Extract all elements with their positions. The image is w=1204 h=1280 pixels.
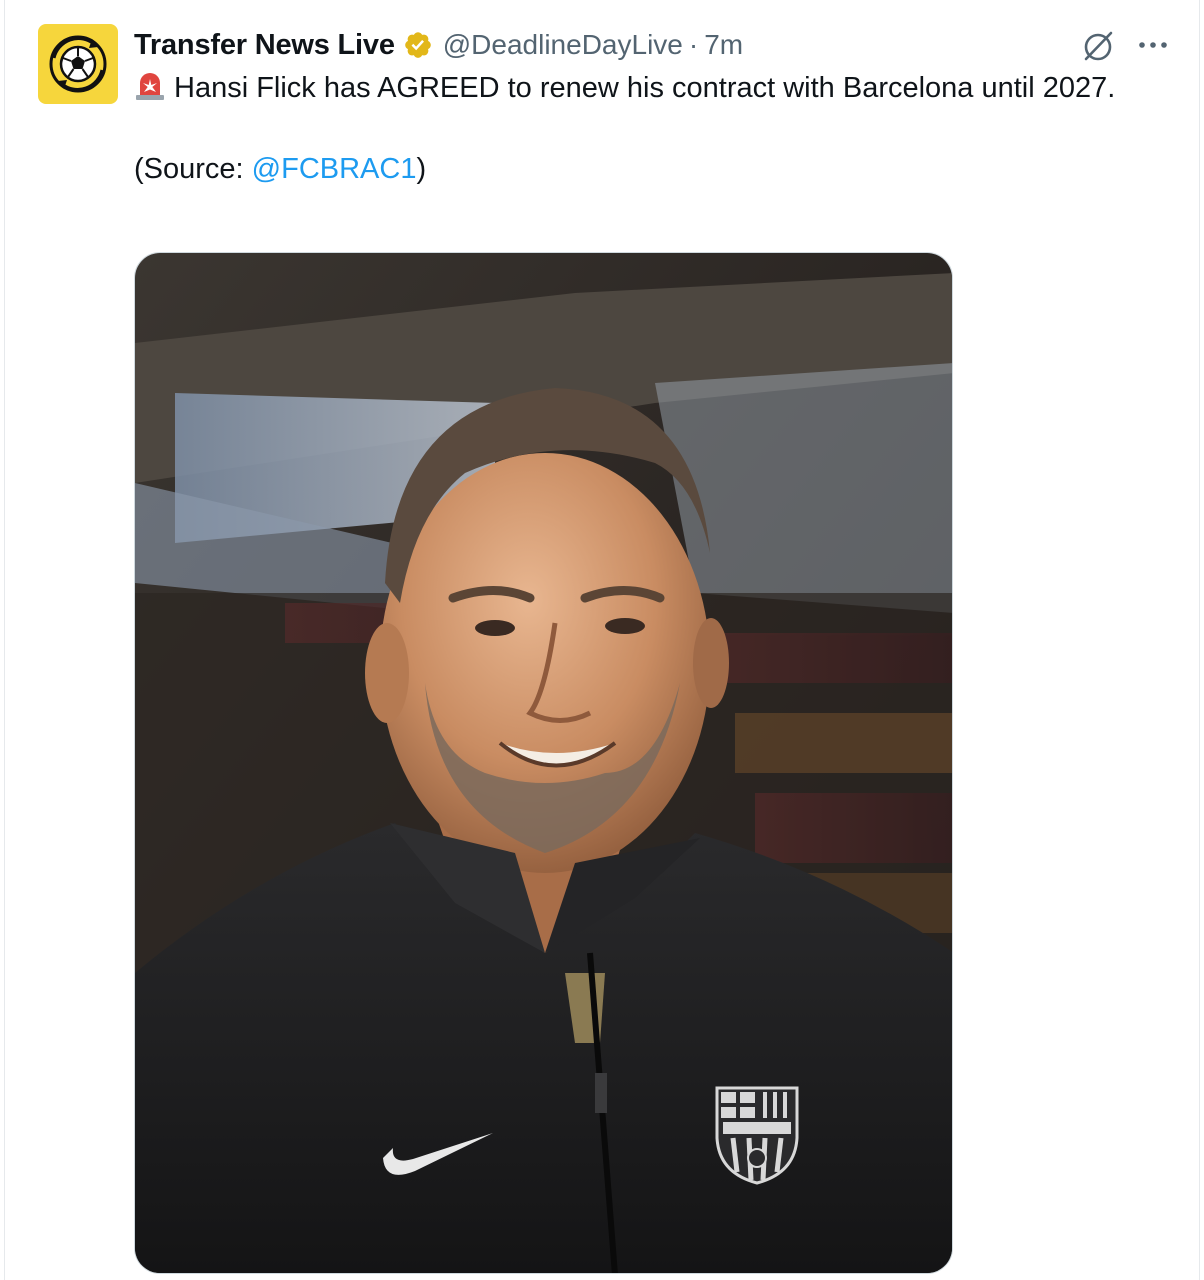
more-options-icon[interactable] xyxy=(1136,30,1170,60)
tweet-text-line: Hansi Flick has AGREED to renew his cont… xyxy=(134,68,1134,108)
rotating-light-siren-icon xyxy=(136,73,164,100)
football-recycle-logo-icon xyxy=(49,35,107,93)
author-display-name[interactable]: Transfer News Live xyxy=(134,29,395,62)
verified-badge-icon xyxy=(404,32,431,58)
source-suffix: ) xyxy=(416,153,427,185)
source-prefix: (Source: xyxy=(134,153,252,185)
tweet-timestamp[interactable]: 7m xyxy=(704,29,743,61)
tweet-main-text: Hansi Flick has AGREED to renew his cont… xyxy=(174,72,1116,104)
tweet-text: Hansi Flick has AGREED to renew his cont… xyxy=(134,68,1134,189)
tweet-photo[interactable] xyxy=(134,252,953,1274)
grok-icon[interactable] xyxy=(1080,28,1116,64)
author-handle[interactable]: @DeadlineDayLive xyxy=(443,29,683,61)
tweet-source-line: (Source: @FCBRAC1) xyxy=(134,149,1134,189)
author-avatar[interactable] xyxy=(38,24,118,104)
photo-of-man-in-black-fcb-nike-jacket xyxy=(135,253,952,1273)
tweet-header: Transfer News Live @DeadlineDayLive · 7m xyxy=(134,26,743,64)
source-mention-link[interactable]: @FCBRAC1 xyxy=(252,153,417,185)
separator-dot: · xyxy=(688,29,699,60)
